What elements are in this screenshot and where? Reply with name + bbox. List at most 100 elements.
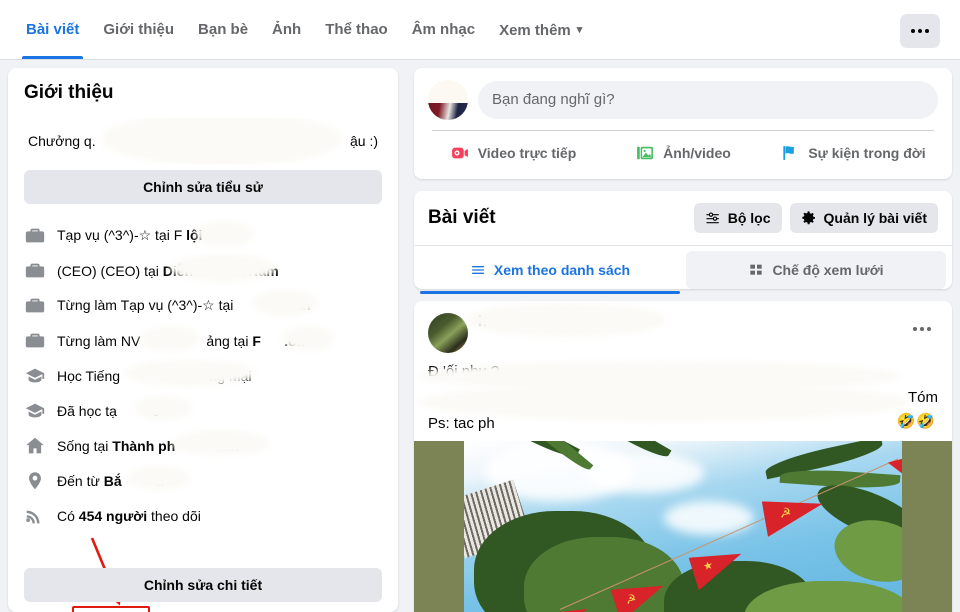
tab-label: Chế độ xem lưới bbox=[772, 262, 884, 278]
chevron-down-icon: ▾ bbox=[576, 24, 583, 36]
nav-tabs: Bài viết Giới thiệu Bạn bè Ảnh Thể thao … bbox=[14, 0, 594, 59]
edit-bio-button[interactable]: Chỉnh sửa tiểu sử bbox=[24, 170, 382, 204]
post-text-line-1: Đ 'ối nhu ? bbox=[428, 363, 500, 380]
post-more-button[interactable] bbox=[906, 313, 938, 345]
info-row-work-4[interactable]: Từng làm NV ảng tại F .om bbox=[24, 323, 382, 358]
foliage-shape bbox=[524, 537, 684, 612]
star-icon: ★ bbox=[701, 559, 715, 574]
info-row-hometown[interactable]: Đến từ Bắ .. bbox=[24, 463, 382, 498]
post-item: h Đ 'ối nhu ? Ps: tac ph Tóm 🤣🤣 ☭ ★ ☭ bbox=[414, 301, 952, 612]
action-label: Ảnh/video bbox=[663, 145, 731, 161]
tab-am-nhac[interactable]: Âm nhạc bbox=[400, 1, 487, 59]
manage-posts-button[interactable]: Quản lý bài viết bbox=[789, 203, 938, 233]
party-flag: ☭ bbox=[762, 493, 826, 537]
post-author-meta: h bbox=[468, 313, 906, 351]
info-row-education-1[interactable]: Học Tiếng ng Mại bbox=[24, 358, 382, 393]
info-row-current-city[interactable]: Sống tại Thành ph inh bbox=[24, 428, 382, 463]
action-label: Sự kiện trong đời bbox=[808, 145, 926, 161]
composer-input[interactable]: Bạn đang nghĩ gì? bbox=[478, 81, 938, 119]
ellipsis-icon bbox=[911, 29, 929, 33]
post-text-line-2 bbox=[428, 385, 938, 411]
intro-info-list: Tạp vụ (^3^)-☆ tại F lội (CEO) (CEO) tại… bbox=[24, 218, 382, 533]
posts-header-row: Bài viết Bộ lọc Quản lý bài viết bbox=[414, 191, 952, 246]
graduation-icon bbox=[25, 368, 45, 382]
tab-anh[interactable]: Ảnh bbox=[260, 1, 313, 59]
tab-label: Âm nhạc bbox=[411, 21, 476, 38]
info-row-work-3[interactable]: Từng làm Tạp vụ (^3^)-☆ tại Minh bbox=[24, 288, 382, 323]
action-label: Video trực tiếp bbox=[477, 145, 577, 161]
avatar[interactable] bbox=[428, 80, 468, 120]
intro-card: Giới thiệu Chưởng q. ậu :) Chỉnh sửa tiể… bbox=[8, 68, 398, 612]
life-event-action[interactable]: Sự kiện trong đời bbox=[768, 131, 938, 175]
info-text: Từng làm Tạp vụ (^3^)-☆ tại Minh bbox=[57, 297, 311, 313]
follower-count: 454 người bbox=[78, 507, 148, 524]
tab-list-view[interactable]: Xem theo danh sách bbox=[420, 251, 680, 294]
tab-ban-be[interactable]: Bạn bè bbox=[186, 1, 260, 59]
nav-more-button[interactable] bbox=[900, 14, 940, 48]
intro-title: Giới thiệu bbox=[24, 82, 114, 103]
left-column: Giới thiệu Chưởng q. ậu :) Chỉnh sửa tiể… bbox=[8, 68, 398, 612]
see-more-link[interactable]: Tóm bbox=[908, 385, 938, 411]
tab-label: Bạn bè bbox=[198, 21, 249, 38]
tab-label: Ảnh bbox=[272, 21, 302, 38]
briefcase-icon bbox=[25, 298, 45, 312]
redaction-blob bbox=[102, 118, 342, 164]
profile-nav-bar: Bài viết Giới thiệu Bạn bè Ảnh Thể thao … bbox=[0, 0, 960, 60]
composer-actions: Video trực tiếp Ảnh/video Sự kiện trong … bbox=[428, 131, 938, 175]
post-header: h bbox=[414, 301, 952, 353]
tab-gioi-thieu[interactable]: Giới thiệu bbox=[91, 1, 186, 59]
filter-button[interactable]: Bộ lọc bbox=[693, 203, 782, 233]
follower-count-highlight-box bbox=[72, 606, 150, 612]
tab-label: Xem theo danh sách bbox=[493, 262, 631, 278]
edit-details-button[interactable]: Chỉnh sửa chi tiết bbox=[24, 568, 382, 602]
post-body: Đ 'ối nhu ? Ps: tac ph Tóm 🤣🤣 bbox=[414, 353, 952, 441]
cloud-shape bbox=[664, 501, 754, 535]
tab-label: Thể thao bbox=[325, 21, 388, 38]
graduation-icon bbox=[25, 403, 45, 417]
info-row-followers[interactable]: Có 454 người theo dõi bbox=[24, 498, 382, 533]
info-row-work-2[interactable]: (CEO) (CEO) tại Diễn t Nam bbox=[24, 253, 382, 288]
right-column: Bạn đang nghĩ gì? Video trực tiếp Ảnh/vi… bbox=[414, 68, 952, 612]
info-row-education-2[interactable]: Đã học tạ ố bbox=[24, 393, 382, 428]
rss-icon bbox=[26, 510, 40, 523]
bio-text: Chưởng q. ậu :) bbox=[24, 118, 382, 164]
post-author-name[interactable]: h bbox=[478, 313, 906, 333]
profile-body: Giới thiệu Chưởng q. ậu :) Chỉnh sửa tiể… bbox=[0, 60, 960, 612]
photo-video-icon bbox=[637, 146, 654, 160]
tab-label: Xem thêm bbox=[499, 22, 571, 39]
life-event-flag-icon bbox=[783, 145, 795, 161]
tab-bai-viet[interactable]: Bài viết bbox=[14, 1, 91, 59]
post-timestamp bbox=[478, 333, 906, 351]
tab-the-thao[interactable]: Thể thao bbox=[313, 1, 400, 59]
bio-text-right: ậu :) bbox=[349, 133, 378, 149]
post-photo[interactable]: ★ ☭ ★ ☭ ★ bbox=[414, 441, 952, 612]
post-author-avatar[interactable] bbox=[428, 313, 468, 353]
posts-title: Bài viết bbox=[428, 207, 496, 228]
briefcase-icon bbox=[25, 263, 45, 277]
filter-label: Bộ lọc bbox=[727, 210, 771, 226]
hammer-sickle-icon: ☭ bbox=[623, 591, 638, 608]
palm-frond bbox=[828, 512, 902, 590]
list-view-icon bbox=[471, 266, 484, 274]
info-text: Đã học tạ ố bbox=[57, 402, 160, 419]
edit-details-wrap: Chỉnh sửa chi tiết bbox=[24, 568, 382, 602]
manage-label: Quản lý bài viết bbox=[823, 210, 927, 226]
tab-xem-them[interactable]: Xem thêm ▾ bbox=[487, 1, 594, 59]
filter-sliders-icon bbox=[706, 212, 719, 224]
avatar-image bbox=[428, 103, 468, 120]
tab-label: Giới thiệu bbox=[103, 21, 175, 38]
info-text: Học Tiếng ng Mại bbox=[57, 367, 252, 384]
live-video-action[interactable]: Video trực tiếp bbox=[428, 131, 598, 175]
info-text: Từng làm NV ảng tại F .om bbox=[57, 332, 310, 349]
grid-view-icon bbox=[750, 264, 763, 275]
hammer-sickle-icon: ☭ bbox=[778, 504, 793, 521]
info-row-work-1[interactable]: Tạp vụ (^3^)-☆ tại F lội bbox=[24, 218, 382, 253]
briefcase-icon bbox=[25, 333, 45, 347]
bio-text-left: Chưởng q. bbox=[28, 133, 96, 149]
tab-label: Bài viết bbox=[26, 21, 80, 38]
composer-top-row: Bạn đang nghĩ gì? bbox=[428, 80, 938, 120]
photo-video-action[interactable]: Ảnh/video bbox=[598, 131, 768, 175]
info-text: Sống tại Thành ph inh bbox=[57, 437, 240, 454]
briefcase-icon bbox=[25, 228, 45, 242]
tab-grid-view[interactable]: Chế độ xem lưới bbox=[686, 251, 946, 289]
